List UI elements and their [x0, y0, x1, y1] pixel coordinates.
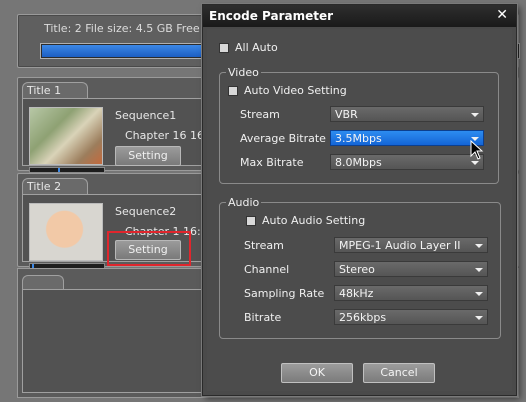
video-thumbnail — [29, 203, 103, 261]
video-thumbnail — [29, 107, 103, 165]
highlight-annotation — [107, 231, 191, 266]
average-bitrate-value: 3.5Mbps — [335, 132, 382, 145]
video-group-label: Video — [226, 66, 261, 79]
chevron-down-icon — [471, 161, 479, 165]
disc-info-text: Title: 2 File size: 4.5 GB Free — [44, 22, 200, 35]
setting-button-1[interactable]: Setting — [115, 146, 181, 166]
auto-audio-checkbox[interactable] — [246, 215, 256, 226]
all-auto-label: All Auto — [235, 41, 278, 54]
ok-button[interactable]: OK — [281, 363, 353, 383]
audio-group: Audio Auto Audio Setting Stream MPEG-1 A… — [219, 196, 501, 339]
sampling-rate-value: 48kHz — [339, 287, 374, 300]
channel-label: Channel — [244, 263, 290, 276]
video-stream-select[interactable]: VBR — [330, 106, 484, 122]
audio-group-label: Audio — [226, 196, 262, 209]
audio-stream-label: Stream — [244, 239, 284, 252]
auto-video-label: Auto Video Setting — [244, 84, 347, 97]
chevron-down-icon — [471, 113, 479, 117]
chevron-down-icon — [475, 244, 483, 248]
sequence-label: Sequence1 — [115, 109, 177, 122]
all-auto-checkbox-row[interactable]: All Auto — [219, 41, 278, 54]
scrubber-marker — [58, 168, 60, 172]
chevron-down-icon — [475, 316, 483, 320]
max-bitrate-select[interactable]: 8.0Mbps — [330, 154, 484, 170]
dialog-title: Encode Parameter — [209, 9, 334, 23]
audio-bitrate-select[interactable]: 256kbps — [334, 309, 488, 325]
channel-value: Stereo — [339, 263, 375, 276]
auto-video-checkbox-row[interactable]: Auto Video Setting — [228, 84, 347, 97]
chevron-down-icon — [475, 268, 483, 272]
sampling-rate-select[interactable]: 48kHz — [334, 285, 488, 301]
title-tab-1[interactable]: Title 1 — [22, 82, 88, 99]
audio-bitrate-label: Bitrate — [244, 311, 282, 324]
dialog-titlebar[interactable]: Encode Parameter ✕ — [203, 5, 516, 27]
sampling-rate-label: Sampling Rate — [244, 287, 325, 300]
mouse-pointer-icon — [470, 140, 484, 160]
chapter-label: Chapter 16 16: — [125, 129, 208, 142]
max-bitrate-label: Max Bitrate — [240, 156, 304, 169]
audio-stream-value: MPEG-1 Audio Layer II — [339, 239, 461, 252]
chevron-down-icon — [475, 292, 483, 296]
close-icon[interactable]: ✕ — [496, 7, 508, 23]
auto-audio-label: Auto Audio Setting — [262, 214, 366, 227]
video-stream-label: Stream — [240, 108, 280, 121]
audio-bitrate-value: 256kbps — [339, 311, 387, 324]
average-bitrate-select[interactable]: 3.5Mbps — [330, 130, 484, 146]
encode-parameter-dialog: Encode Parameter ✕ All Auto Video Auto V… — [202, 4, 517, 396]
channel-select[interactable]: Stereo — [334, 261, 488, 277]
cancel-button[interactable]: Cancel — [363, 363, 435, 383]
video-stream-value: VBR — [335, 108, 358, 121]
max-bitrate-value: 8.0Mbps — [335, 156, 382, 169]
video-group: Video Auto Video Setting Stream VBR Aver… — [219, 66, 499, 184]
audio-stream-select[interactable]: MPEG-1 Audio Layer II — [334, 237, 488, 253]
all-auto-checkbox[interactable] — [219, 42, 229, 53]
dialog-body: All Auto Video Auto Video Setting Stream… — [207, 29, 512, 391]
auto-video-checkbox[interactable] — [228, 85, 238, 96]
average-bitrate-label: Average Bitrate — [240, 132, 326, 145]
auto-audio-checkbox-row[interactable]: Auto Audio Setting — [246, 214, 365, 227]
sequence-label: Sequence2 — [115, 205, 177, 218]
empty-tab[interactable] — [22, 275, 64, 290]
title-tab-2[interactable]: Title 2 — [22, 178, 88, 195]
